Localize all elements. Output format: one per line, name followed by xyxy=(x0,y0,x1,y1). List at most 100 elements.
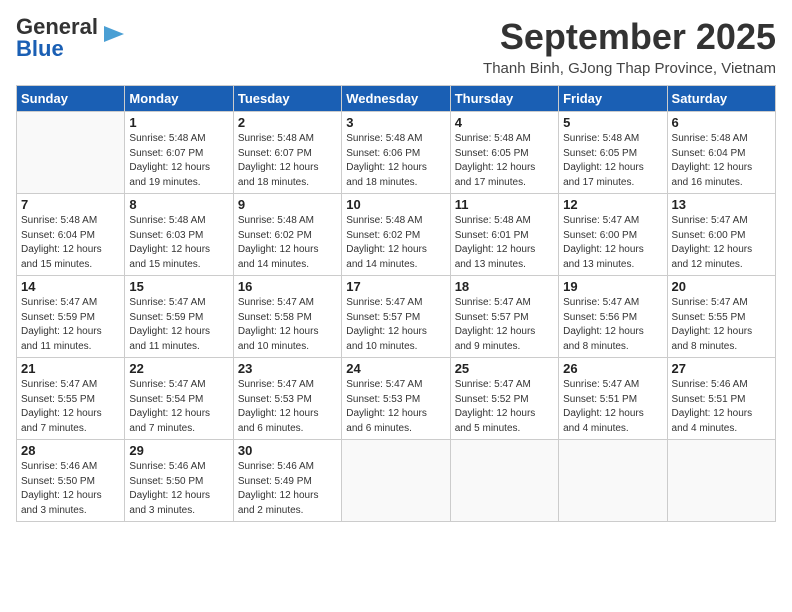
day-info: Sunrise: 5:48 AMSunset: 6:05 PMDaylight:… xyxy=(455,132,554,190)
day-info: Sunrise: 5:48 AMSunset: 6:07 PMDaylight:… xyxy=(238,132,337,190)
calendar-cell: 18 Sunrise: 5:47 AMSunset: 5:57 PMDaylig… xyxy=(450,276,558,358)
day-number: 27 xyxy=(672,361,771,376)
day-number: 30 xyxy=(238,443,337,458)
day-number: 4 xyxy=(455,115,554,130)
day-number: 8 xyxy=(129,197,228,212)
day-number: 15 xyxy=(129,279,228,294)
day-number: 5 xyxy=(563,115,662,130)
day-info: Sunrise: 5:47 AMSunset: 5:53 PMDaylight:… xyxy=(346,378,445,436)
day-number: 9 xyxy=(238,197,337,212)
day-info: Sunrise: 5:48 AMSunset: 6:03 PMDaylight:… xyxy=(129,214,228,272)
day-number: 18 xyxy=(455,279,554,294)
day-number: 11 xyxy=(455,197,554,212)
calendar-cell: 25 Sunrise: 5:47 AMSunset: 5:52 PMDaylig… xyxy=(450,358,558,440)
day-number: 16 xyxy=(238,279,337,294)
logo-text: GeneralBlue xyxy=(16,16,98,60)
day-info: Sunrise: 5:47 AMSunset: 5:56 PMDaylight:… xyxy=(563,296,662,354)
calendar-cell: 11 Sunrise: 5:48 AMSunset: 6:01 PMDaylig… xyxy=(450,194,558,276)
calendar-week-row: 7 Sunrise: 5:48 AMSunset: 6:04 PMDayligh… xyxy=(17,194,776,276)
weekday-header-row: SundayMondayTuesdayWednesdayThursdayFrid… xyxy=(17,86,776,112)
weekday-header-sunday: Sunday xyxy=(17,86,125,112)
calendar-week-row: 14 Sunrise: 5:47 AMSunset: 5:59 PMDaylig… xyxy=(17,276,776,358)
day-info: Sunrise: 5:46 AMSunset: 5:50 PMDaylight:… xyxy=(21,460,120,518)
calendar-cell: 23 Sunrise: 5:47 AMSunset: 5:53 PMDaylig… xyxy=(233,358,341,440)
day-number: 13 xyxy=(672,197,771,212)
calendar-cell xyxy=(667,440,775,522)
day-number: 3 xyxy=(346,115,445,130)
calendar-week-row: 28 Sunrise: 5:46 AMSunset: 5:50 PMDaylig… xyxy=(17,440,776,522)
calendar-cell: 15 Sunrise: 5:47 AMSunset: 5:59 PMDaylig… xyxy=(125,276,233,358)
day-number: 29 xyxy=(129,443,228,458)
day-number: 1 xyxy=(129,115,228,130)
calendar-cell: 10 Sunrise: 5:48 AMSunset: 6:02 PMDaylig… xyxy=(342,194,450,276)
calendar-cell: 13 Sunrise: 5:47 AMSunset: 6:00 PMDaylig… xyxy=(667,194,775,276)
day-info: Sunrise: 5:48 AMSunset: 6:02 PMDaylight:… xyxy=(238,214,337,272)
title-block: September 2025 Thanh Binh, GJong Thap Pr… xyxy=(483,16,776,77)
day-info: Sunrise: 5:47 AMSunset: 6:00 PMDaylight:… xyxy=(563,214,662,272)
calendar-table: SundayMondayTuesdayWednesdayThursdayFrid… xyxy=(16,85,776,522)
day-info: Sunrise: 5:46 AMSunset: 5:49 PMDaylight:… xyxy=(238,460,337,518)
calendar-cell: 5 Sunrise: 5:48 AMSunset: 6:05 PMDayligh… xyxy=(559,112,667,194)
day-number: 21 xyxy=(21,361,120,376)
calendar-cell: 20 Sunrise: 5:47 AMSunset: 5:55 PMDaylig… xyxy=(667,276,775,358)
calendar-cell: 17 Sunrise: 5:47 AMSunset: 5:57 PMDaylig… xyxy=(342,276,450,358)
calendar-cell: 16 Sunrise: 5:47 AMSunset: 5:58 PMDaylig… xyxy=(233,276,341,358)
day-info: Sunrise: 5:47 AMSunset: 5:54 PMDaylight:… xyxy=(129,378,228,436)
day-number: 26 xyxy=(563,361,662,376)
day-number: 7 xyxy=(21,197,120,212)
day-info: Sunrise: 5:47 AMSunset: 5:55 PMDaylight:… xyxy=(21,378,120,436)
day-number: 23 xyxy=(238,361,337,376)
day-info: Sunrise: 5:48 AMSunset: 6:01 PMDaylight:… xyxy=(455,214,554,272)
calendar-cell: 19 Sunrise: 5:47 AMSunset: 5:56 PMDaylig… xyxy=(559,276,667,358)
weekday-header-saturday: Saturday xyxy=(667,86,775,112)
day-number: 20 xyxy=(672,279,771,294)
day-info: Sunrise: 5:47 AMSunset: 5:59 PMDaylight:… xyxy=(129,296,228,354)
calendar-week-row: 21 Sunrise: 5:47 AMSunset: 5:55 PMDaylig… xyxy=(17,358,776,440)
day-info: Sunrise: 5:47 AMSunset: 5:58 PMDaylight:… xyxy=(238,296,337,354)
day-number: 10 xyxy=(346,197,445,212)
day-info: Sunrise: 5:46 AMSunset: 5:51 PMDaylight:… xyxy=(672,378,771,436)
weekday-header-thursday: Thursday xyxy=(450,86,558,112)
calendar-cell: 4 Sunrise: 5:48 AMSunset: 6:05 PMDayligh… xyxy=(450,112,558,194)
day-info: Sunrise: 5:46 AMSunset: 5:50 PMDaylight:… xyxy=(129,460,228,518)
weekday-header-wednesday: Wednesday xyxy=(342,86,450,112)
day-info: Sunrise: 5:47 AMSunset: 5:55 PMDaylight:… xyxy=(672,296,771,354)
day-info: Sunrise: 5:47 AMSunset: 5:52 PMDaylight:… xyxy=(455,378,554,436)
calendar-cell: 14 Sunrise: 5:47 AMSunset: 5:59 PMDaylig… xyxy=(17,276,125,358)
month-title: September 2025 xyxy=(483,16,776,58)
day-number: 17 xyxy=(346,279,445,294)
weekday-header-monday: Monday xyxy=(125,86,233,112)
day-info: Sunrise: 5:48 AMSunset: 6:06 PMDaylight:… xyxy=(346,132,445,190)
day-number: 28 xyxy=(21,443,120,458)
weekday-header-tuesday: Tuesday xyxy=(233,86,341,112)
calendar-cell: 12 Sunrise: 5:47 AMSunset: 6:00 PMDaylig… xyxy=(559,194,667,276)
day-number: 12 xyxy=(563,197,662,212)
page-header: GeneralBlue September 2025 Thanh Binh, G… xyxy=(16,16,776,77)
calendar-cell: 28 Sunrise: 5:46 AMSunset: 5:50 PMDaylig… xyxy=(17,440,125,522)
calendar-cell: 7 Sunrise: 5:48 AMSunset: 6:04 PMDayligh… xyxy=(17,194,125,276)
calendar-cell: 3 Sunrise: 5:48 AMSunset: 6:06 PMDayligh… xyxy=(342,112,450,194)
day-info: Sunrise: 5:47 AMSunset: 5:57 PMDaylight:… xyxy=(455,296,554,354)
calendar-cell: 2 Sunrise: 5:48 AMSunset: 6:07 PMDayligh… xyxy=(233,112,341,194)
calendar-cell: 24 Sunrise: 5:47 AMSunset: 5:53 PMDaylig… xyxy=(342,358,450,440)
day-number: 25 xyxy=(455,361,554,376)
calendar-cell: 30 Sunrise: 5:46 AMSunset: 5:49 PMDaylig… xyxy=(233,440,341,522)
day-info: Sunrise: 5:48 AMSunset: 6:04 PMDaylight:… xyxy=(672,132,771,190)
day-info: Sunrise: 5:48 AMSunset: 6:05 PMDaylight:… xyxy=(563,132,662,190)
day-info: Sunrise: 5:48 AMSunset: 6:04 PMDaylight:… xyxy=(21,214,120,272)
calendar-cell xyxy=(17,112,125,194)
day-info: Sunrise: 5:47 AMSunset: 5:51 PMDaylight:… xyxy=(563,378,662,436)
calendar-cell: 21 Sunrise: 5:47 AMSunset: 5:55 PMDaylig… xyxy=(17,358,125,440)
day-info: Sunrise: 5:47 AMSunset: 6:00 PMDaylight:… xyxy=(672,214,771,272)
calendar-week-row: 1 Sunrise: 5:48 AMSunset: 6:07 PMDayligh… xyxy=(17,112,776,194)
calendar-cell: 8 Sunrise: 5:48 AMSunset: 6:03 PMDayligh… xyxy=(125,194,233,276)
day-number: 2 xyxy=(238,115,337,130)
day-info: Sunrise: 5:47 AMSunset: 5:53 PMDaylight:… xyxy=(238,378,337,436)
calendar-cell: 27 Sunrise: 5:46 AMSunset: 5:51 PMDaylig… xyxy=(667,358,775,440)
calendar-cell: 1 Sunrise: 5:48 AMSunset: 6:07 PMDayligh… xyxy=(125,112,233,194)
day-info: Sunrise: 5:47 AMSunset: 5:57 PMDaylight:… xyxy=(346,296,445,354)
calendar-cell: 26 Sunrise: 5:47 AMSunset: 5:51 PMDaylig… xyxy=(559,358,667,440)
day-info: Sunrise: 5:48 AMSunset: 6:02 PMDaylight:… xyxy=(346,214,445,272)
day-number: 19 xyxy=(563,279,662,294)
calendar-cell: 9 Sunrise: 5:48 AMSunset: 6:02 PMDayligh… xyxy=(233,194,341,276)
